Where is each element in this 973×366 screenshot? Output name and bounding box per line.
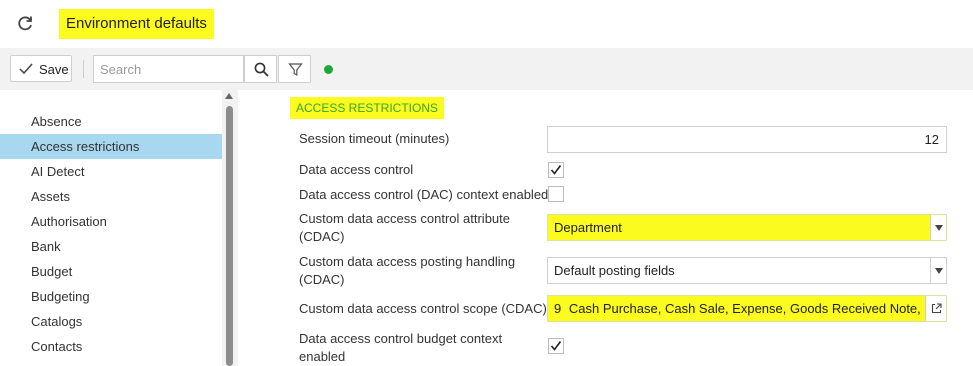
save-label: Save	[39, 62, 69, 77]
cdac-posting-label-line1: Custom data access posting handling	[299, 254, 516, 269]
sidebar-item-catalogs[interactable]: Catalogs	[0, 309, 222, 334]
dac-budget-label-line1: Data access control budget context	[299, 331, 503, 346]
open-external-icon[interactable]	[925, 296, 946, 321]
cdac-scope-count-badge: 9	[554, 301, 562, 316]
search-button[interactable]	[244, 55, 277, 83]
chevron-down-icon[interactable]	[930, 258, 946, 283]
refresh-icon[interactable]	[15, 13, 35, 33]
sidebar-scrollbar[interactable]	[222, 90, 238, 366]
toolbar-divider	[83, 60, 84, 78]
dac-label: Data access control	[299, 162, 414, 177]
cdac-scope-value: Cash Purchase, Cash Sale, Expense, Goods…	[568, 301, 945, 316]
cdac-posting-label-line2: (CDAC)	[299, 272, 345, 287]
title-bar: Environment defaults	[0, 0, 973, 48]
cdac-posting-dropdown[interactable]: Default posting fields	[547, 257, 947, 284]
dac-context-checkbox[interactable]	[548, 186, 564, 202]
cdac-attribute-label: Custom data access control attribute (CD…	[299, 210, 510, 246]
page-title: Environment defaults	[59, 9, 214, 39]
cdac-scope-label: Custom data access control scope (CDAC)	[299, 301, 547, 316]
sidebar-item-ai-detect[interactable]: AI Detect	[0, 159, 222, 184]
checkmark-icon	[550, 341, 562, 351]
sidebar-item-budget[interactable]: Budget	[0, 259, 222, 284]
cdac-posting-value: Default posting fields	[554, 263, 675, 278]
toolbar: Save	[0, 48, 973, 90]
scrollbar-thumb[interactable]	[226, 106, 233, 366]
sidebar-item-authorisation[interactable]: Authorisation	[0, 209, 222, 234]
dac-budget-label-line2: enabled	[299, 349, 346, 364]
dac-budget-label: Data access control budget context enabl…	[299, 330, 502, 366]
search-icon	[254, 62, 269, 77]
sidebar-item-access-restrictions[interactable]: Access restrictions	[0, 134, 222, 159]
dac-context-label: Data access control (DAC) context enable…	[299, 187, 549, 202]
session-timeout-field[interactable]: 12	[547, 126, 947, 153]
filter-icon	[288, 63, 303, 77]
chevron-down-icon[interactable]	[930, 215, 946, 240]
save-button[interactable]: Save	[10, 55, 72, 82]
cdac-attribute-label-line1: Custom data access control attribute	[299, 211, 510, 226]
cdac-posting-label: Custom data access posting handling (CDA…	[299, 253, 515, 289]
sidebar-item-bank[interactable]: Bank	[0, 234, 222, 259]
sidebar-item-absence[interactable]: Absence	[0, 109, 222, 134]
sidebar-nav: Absence Access restrictions AI Detect As…	[0, 90, 222, 366]
section-title: ACCESS RESTRICTIONS	[290, 97, 445, 119]
cdac-scope-field[interactable]: 9 Cash Purchase, Cash Sale, Expense, Goo…	[547, 295, 947, 322]
checkmark-icon	[550, 165, 562, 175]
cdac-attribute-value: Department	[554, 220, 622, 235]
cdac-attribute-label-line2: (CDAC)	[299, 229, 345, 244]
dac-checkbox[interactable]	[548, 162, 564, 178]
sidebar-item-contacts[interactable]: Contacts	[0, 334, 222, 359]
sidebar-item-assets[interactable]: Assets	[0, 184, 222, 209]
search-input[interactable]	[93, 55, 244, 83]
scroll-up-arrow-icon[interactable]	[225, 93, 233, 99]
sidebar-item-budgeting[interactable]: Budgeting	[0, 284, 222, 309]
dac-budget-checkbox[interactable]	[548, 338, 564, 354]
cdac-attribute-dropdown[interactable]: Department	[547, 214, 947, 241]
filter-button[interactable]	[278, 55, 311, 83]
session-timeout-label: Session timeout (minutes)	[299, 131, 450, 146]
checkmark-icon	[19, 63, 33, 75]
status-indicator	[324, 65, 333, 74]
